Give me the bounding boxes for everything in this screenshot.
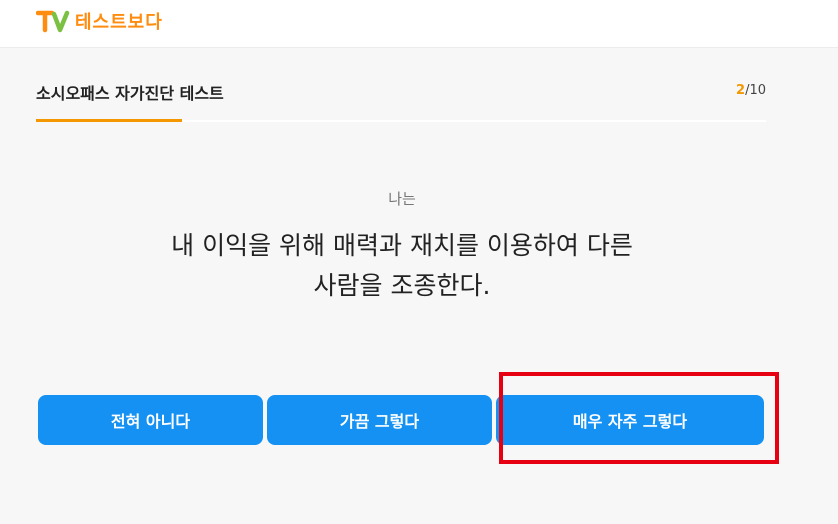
question-text: 내 이익을 위해 매력과 재치를 이용하여 다른 사람을 조종한다. — [100, 226, 704, 306]
tv-logo-icon — [36, 10, 70, 33]
question-line-1: 내 이익을 위해 매력과 재치를 이용하여 다른 — [171, 231, 633, 260]
answer-sometimes-button[interactable]: 가끔 그렇다 — [267, 395, 492, 445]
progress-bar — [36, 119, 182, 122]
progress-count: 2/10 — [736, 83, 766, 98]
top-bar: 테스트보다 — [0, 0, 838, 48]
question-prefix: 나는 — [388, 190, 416, 208]
answer-never-button[interactable]: 전혀 아니다 — [38, 395, 263, 445]
test-header: 소시오패스 자가진단 테스트 2/10 — [36, 72, 766, 122]
site-logo[interactable]: 테스트보다 — [36, 6, 163, 36]
question-line-2: 사람을 조종한다. — [313, 271, 491, 300]
test-title: 소시오패스 자가진단 테스트 — [36, 84, 224, 103]
logo-text: 테스트보다 — [75, 12, 163, 33]
progress-current: 2 — [736, 83, 746, 98]
progress-total: /10 — [745, 83, 766, 98]
highlight-box — [499, 372, 779, 464]
